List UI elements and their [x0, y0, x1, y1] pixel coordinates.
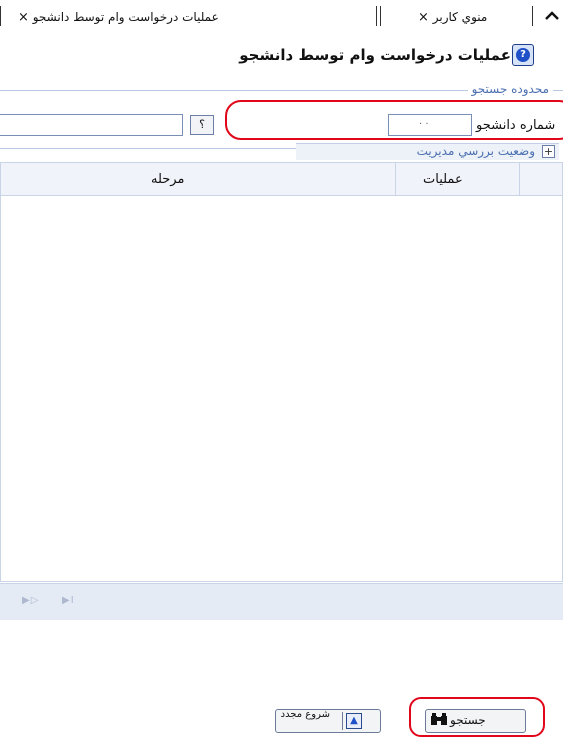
- tab-bar: عملیات درخواست وام توسط دانشجو × منوي كا…: [0, 0, 563, 34]
- restart-button[interactable]: شروع مجدد ▲: [275, 709, 381, 733]
- restart-icon: ▲: [346, 713, 362, 729]
- student-name-display: [0, 114, 183, 136]
- next-page-icon[interactable]: ▶▷: [22, 595, 39, 606]
- help-button[interactable]: ?: [512, 44, 534, 66]
- tab-separator: [532, 6, 533, 26]
- search-range-legend: محدوده جستجو: [467, 82, 553, 96]
- results-grid: عملیات مرحله: [0, 162, 563, 582]
- tab-separator: [0, 6, 1, 26]
- help-icon: ?: [516, 48, 530, 62]
- column-header-operations[interactable]: عملیات: [423, 172, 463, 187]
- management-status-section[interactable]: وضعیت بررسي مدیریت +: [296, 143, 559, 160]
- close-icon[interactable]: ×: [18, 10, 29, 25]
- page-title: عملیات درخواست وام توسط دانشجو: [239, 46, 511, 64]
- close-icon[interactable]: ×: [418, 10, 429, 25]
- tab-user-menu[interactable]: منوي كاربر ×: [412, 6, 487, 28]
- button-divider: [342, 712, 343, 730]
- column-divider: [519, 163, 520, 195]
- annotation-highlight-student-number: [225, 100, 563, 140]
- lookup-button[interactable]: ؟: [190, 115, 214, 135]
- tab-separator: [376, 6, 377, 26]
- column-header-stage[interactable]: مرحله: [151, 172, 184, 187]
- tab-separator: [380, 6, 381, 26]
- column-divider: [395, 163, 396, 195]
- management-status-label: وضعیت بررسي مدیریت: [416, 144, 535, 158]
- grid-header: عملیات مرحله: [1, 163, 562, 196]
- home-caret-icon[interactable]: [544, 6, 560, 26]
- restart-button-label: شروع مجدد: [280, 709, 330, 720]
- last-page-icon[interactable]: ▶I: [62, 595, 75, 606]
- fieldset-border: [0, 148, 296, 149]
- grid-pager: ▶▷ ▶I: [0, 583, 563, 620]
- tab-loan-request[interactable]: عملیات درخواست وام توسط دانشجو ×: [12, 6, 219, 28]
- expand-icon[interactable]: +: [542, 145, 555, 158]
- tab-user-menu-label: منوي كاربر: [432, 10, 488, 24]
- tab-loan-request-label: عملیات درخواست وام توسط دانشجو: [32, 10, 219, 24]
- annotation-highlight-search-button: [409, 697, 545, 737]
